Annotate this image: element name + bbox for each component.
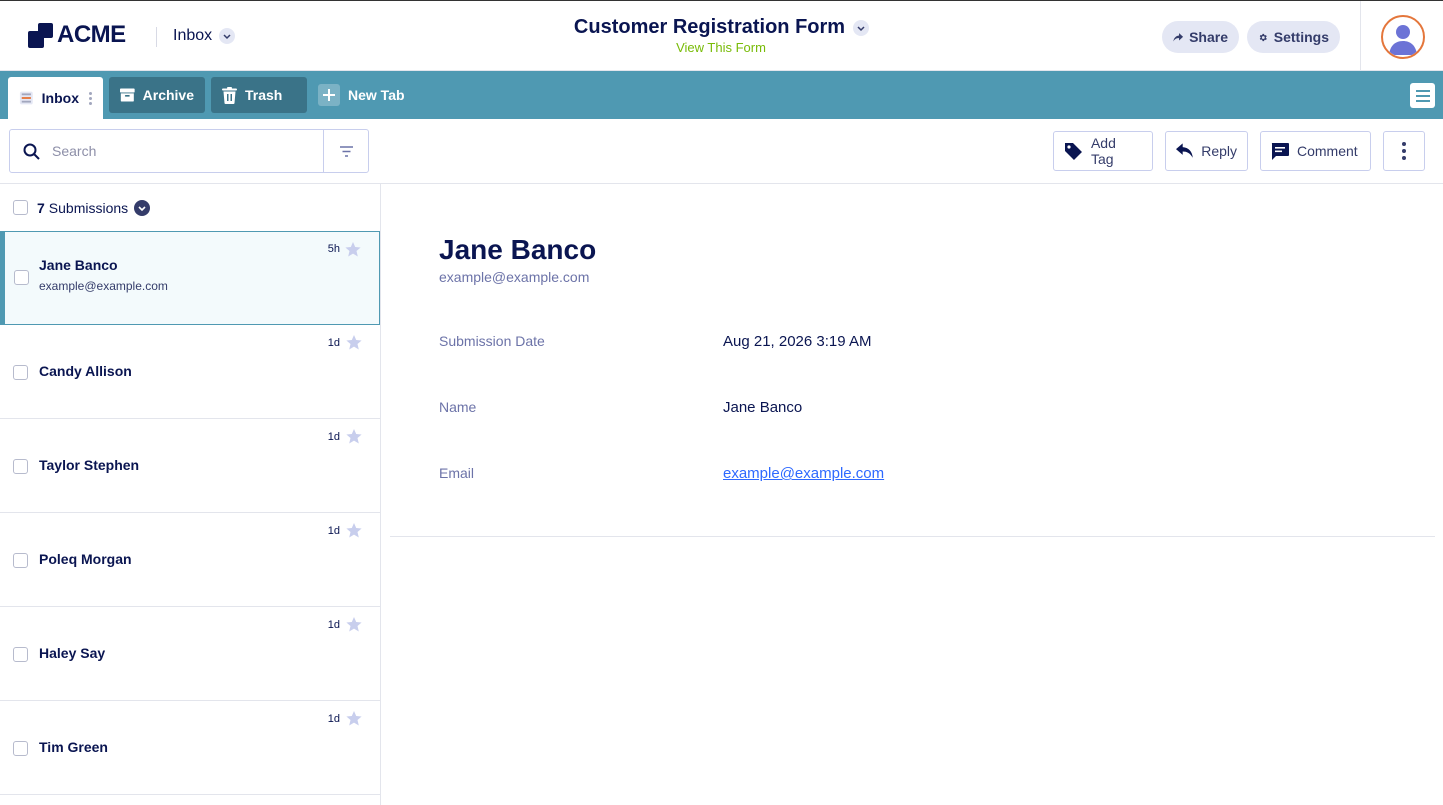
header-divider-right — [1360, 1, 1361, 71]
reply-label: Reply — [1201, 143, 1237, 159]
list-item[interactable]: Jane Banco example@example.com 5h — [0, 231, 380, 325]
plus-icon — [318, 84, 340, 106]
email-link[interactable]: example@example.com — [723, 465, 884, 482]
list-item[interactable]: Taylor Stephen 1d — [0, 419, 380, 513]
form-title-dropdown[interactable]: Customer Registration Form — [573, 16, 870, 39]
row-name: Tim Green — [39, 739, 108, 755]
field-value: Aug 21, 2026 3:19 AM — [723, 333, 872, 350]
row-checkbox[interactable] — [13, 741, 28, 756]
more-options-icon[interactable] — [1383, 131, 1425, 171]
row-checkbox[interactable] — [13, 647, 28, 662]
top-header: ACME Inbox Customer Registration Form Vi… — [0, 0, 1443, 71]
list-header: 7 Submissions — [0, 184, 380, 231]
reply-icon — [1176, 143, 1193, 158]
tab-archive[interactable]: Archive — [109, 77, 205, 113]
detail-email: example@example.com — [439, 269, 590, 285]
submission-list: 7 Submissions Jane Banco example@example… — [0, 184, 381, 805]
row-time: 1d — [327, 713, 340, 725]
field-label: Email — [439, 465, 475, 481]
star-icon[interactable] — [346, 335, 362, 350]
tag-icon — [1064, 142, 1082, 160]
tab-inbox[interactable]: Inbox — [8, 77, 103, 119]
share-label: Share — [1189, 29, 1228, 45]
row-name: Taylor Stephen — [39, 457, 140, 473]
row-name: Haley Say — [39, 645, 106, 661]
row-checkbox[interactable] — [13, 553, 28, 568]
settings-button[interactable]: Settings — [1247, 21, 1340, 53]
row-checkbox[interactable] — [14, 270, 29, 285]
list-item[interactable]: Tim Green 1d — [0, 701, 380, 795]
row-checkbox[interactable] — [13, 459, 28, 474]
add-tag-label: Add Tag — [1090, 135, 1116, 167]
settings-label: Settings — [1273, 29, 1329, 45]
star-icon[interactable] — [345, 242, 361, 257]
hamburger-menu-icon[interactable] — [1410, 83, 1435, 108]
submission-detail: Jane Banco example@example.com Submissio… — [381, 184, 1443, 805]
field-label: Submission Date — [439, 333, 545, 349]
trash-icon — [222, 86, 237, 104]
star-icon[interactable] — [346, 711, 362, 726]
list-item[interactable]: Candy Allison 1d — [0, 325, 380, 419]
toolbar: Add Tag Reply Comment — [0, 119, 1443, 184]
submission-count-label: Submissions — [48, 199, 129, 216]
row-time: 1d — [327, 619, 340, 631]
row-name: Poleq Morgan — [39, 551, 132, 567]
row-time: 1d — [327, 525, 340, 537]
list-item[interactable]: Haley Say 1d — [0, 607, 380, 701]
share-icon — [1173, 32, 1184, 42]
select-all-checkbox[interactable] — [13, 200, 28, 215]
list-item[interactable]: Poleq Morgan 1d — [0, 513, 380, 607]
search-box — [9, 129, 369, 173]
user-avatar-icon — [1389, 25, 1417, 55]
field-value: Jane Banco — [723, 399, 803, 416]
new-tab-label: New Tab — [348, 87, 405, 103]
comment-icon — [1271, 142, 1289, 160]
star-icon[interactable] — [346, 429, 362, 444]
detail-divider — [390, 536, 1435, 537]
share-button[interactable]: Share — [1162, 21, 1239, 53]
archive-icon — [120, 88, 135, 102]
submission-count[interactable]: 7 Submissions — [37, 199, 151, 216]
detail-name: Jane Banco — [439, 234, 597, 265]
tab-trash-label: Trash — [245, 87, 283, 103]
filter-button[interactable] — [323, 130, 368, 172]
inbox-icon — [19, 91, 33, 105]
tab-archive-label: Archive — [142, 87, 194, 103]
search-input[interactable] — [52, 131, 322, 171]
row-time: 1d — [327, 431, 340, 443]
comment-label: Comment — [1297, 143, 1358, 159]
form-title: Customer Registration Form — [573, 16, 846, 38]
chevron-down-icon — [134, 199, 151, 216]
new-tab-button[interactable]: New Tab — [307, 77, 427, 113]
search-icon — [10, 143, 52, 160]
star-icon[interactable] — [346, 523, 362, 538]
tab-inbox-label: Inbox — [41, 90, 79, 106]
tab-bar: Inbox Archive Trash New Tab — [0, 71, 1443, 119]
submission-count-number: 7 — [37, 199, 45, 216]
star-icon[interactable] — [346, 617, 362, 632]
row-email: example@example.com — [39, 279, 168, 293]
reply-button[interactable]: Reply — [1165, 131, 1248, 171]
comment-button[interactable]: Comment — [1260, 131, 1371, 171]
row-name: Jane Banco — [39, 257, 118, 273]
user-avatar[interactable] — [1381, 15, 1425, 59]
field-label: Name — [439, 399, 477, 415]
row-name: Candy Allison — [39, 363, 132, 379]
chevron-down-icon — [853, 19, 870, 36]
add-tag-button[interactable]: Add Tag — [1053, 131, 1153, 171]
tab-options-icon[interactable] — [89, 91, 92, 105]
row-time: 1d — [327, 337, 340, 349]
tab-trash[interactable]: Trash — [211, 77, 307, 113]
gear-icon — [1259, 33, 1267, 41]
row-time: 5h — [327, 243, 340, 255]
filter-icon — [339, 145, 353, 157]
row-checkbox[interactable] — [13, 365, 28, 380]
